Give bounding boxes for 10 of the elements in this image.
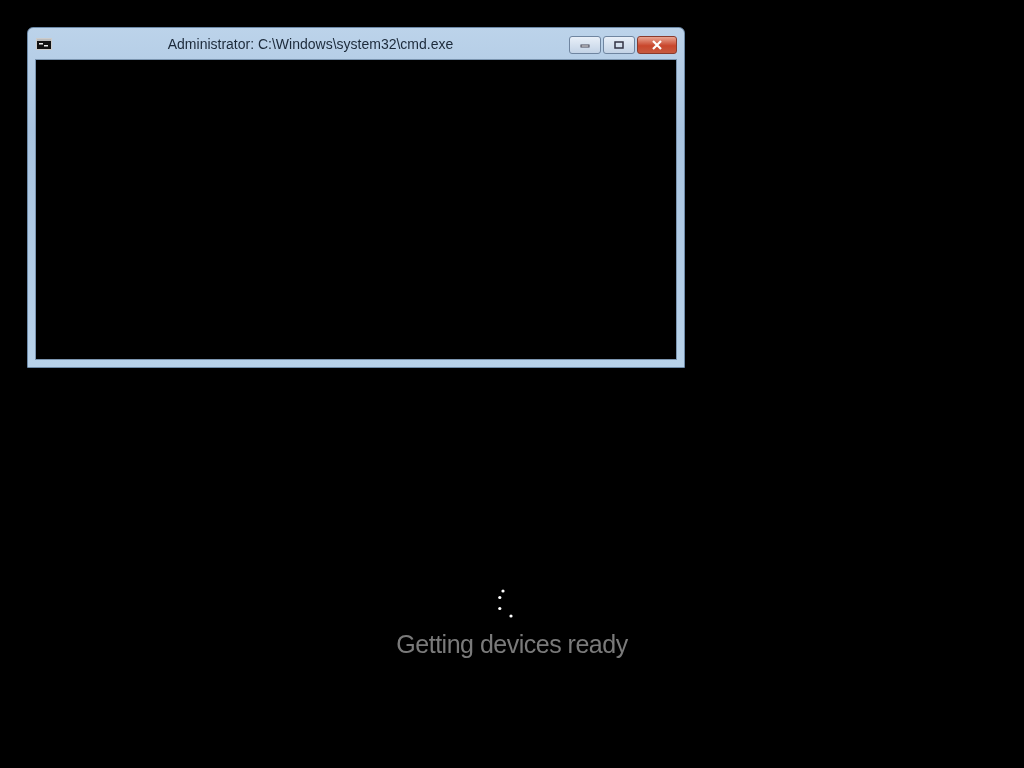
maximize-button[interactable] (603, 36, 635, 54)
status-message: Getting devices ready (396, 630, 628, 659)
minimize-button[interactable] (569, 36, 601, 54)
close-icon (651, 40, 663, 50)
maximize-icon (614, 41, 624, 49)
minimize-icon (580, 42, 590, 48)
window-title: Administrator: C:\Windows\system32\cmd.exe (166, 35, 455, 52)
console-icon (36, 37, 52, 50)
loading-spinner-icon (498, 588, 514, 618)
close-button[interactable] (637, 36, 677, 54)
